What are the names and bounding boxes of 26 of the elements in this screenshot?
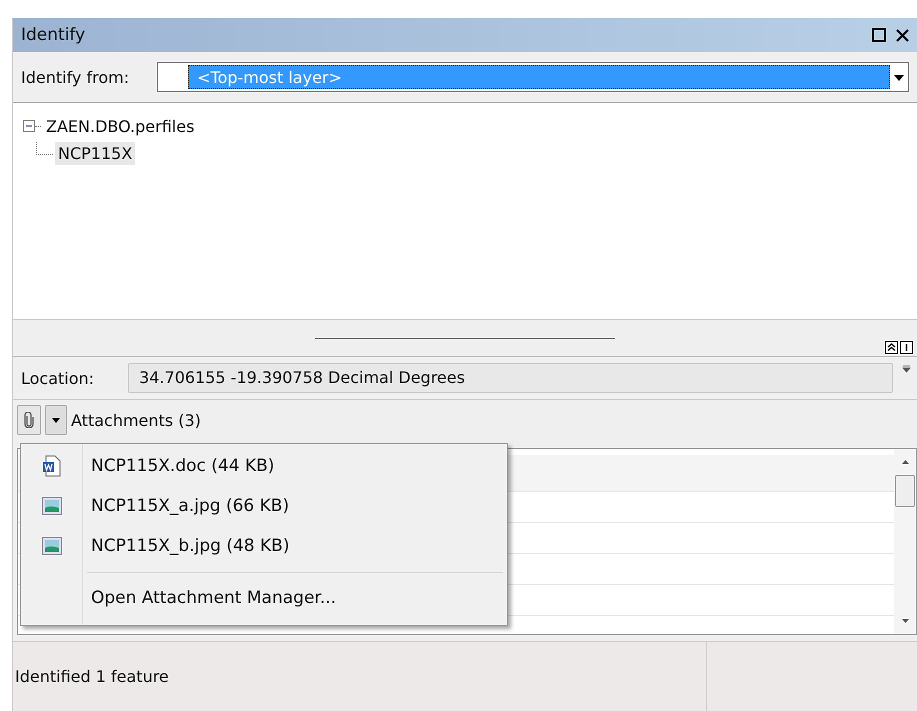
scroll-thumb[interactable]: [895, 475, 915, 507]
scrollbar[interactable]: [894, 449, 916, 634]
menu-item[interactable]: NCP115X.doc (44 KB): [21, 446, 507, 486]
tree-item[interactable]: NCP115X: [55, 142, 136, 164]
attachment-dropdown-button[interactable]: [45, 405, 67, 435]
collapse-up-icon[interactable]: [885, 341, 898, 354]
maximize-icon[interactable]: [872, 28, 886, 42]
document-icon: [42, 455, 62, 477]
pane-icon[interactable]: [900, 341, 913, 354]
dropdown-icon[interactable]: [902, 365, 911, 374]
attachments-label: Attachments (3): [71, 410, 201, 430]
paperclip-icon: [24, 412, 34, 428]
image-icon: [42, 497, 62, 515]
location-field[interactable]: 34.706155 -19.390758 Decimal Degrees: [128, 363, 893, 393]
close-icon[interactable]: [896, 28, 909, 42]
image-icon: [42, 537, 62, 555]
identify-from-label: Identify from:: [21, 68, 130, 86]
tree-item[interactable]: ZAEN.DBO.perfiles: [43, 114, 198, 138]
collapse-icon[interactable]: [23, 120, 35, 132]
menu-item[interactable]: Open Attachment Manager...: [21, 573, 507, 623]
location-label: Location:: [21, 368, 94, 388]
window-title: Identify: [21, 25, 86, 45]
status-text: Identified 1 feature: [15, 667, 170, 686]
menu-item[interactable]: NCP115X_b.jpg (48 KB): [21, 526, 507, 566]
menu-item[interactable]: NCP115X_a.jpg (66 KB): [21, 486, 507, 526]
attachment-button[interactable]: [17, 405, 41, 435]
